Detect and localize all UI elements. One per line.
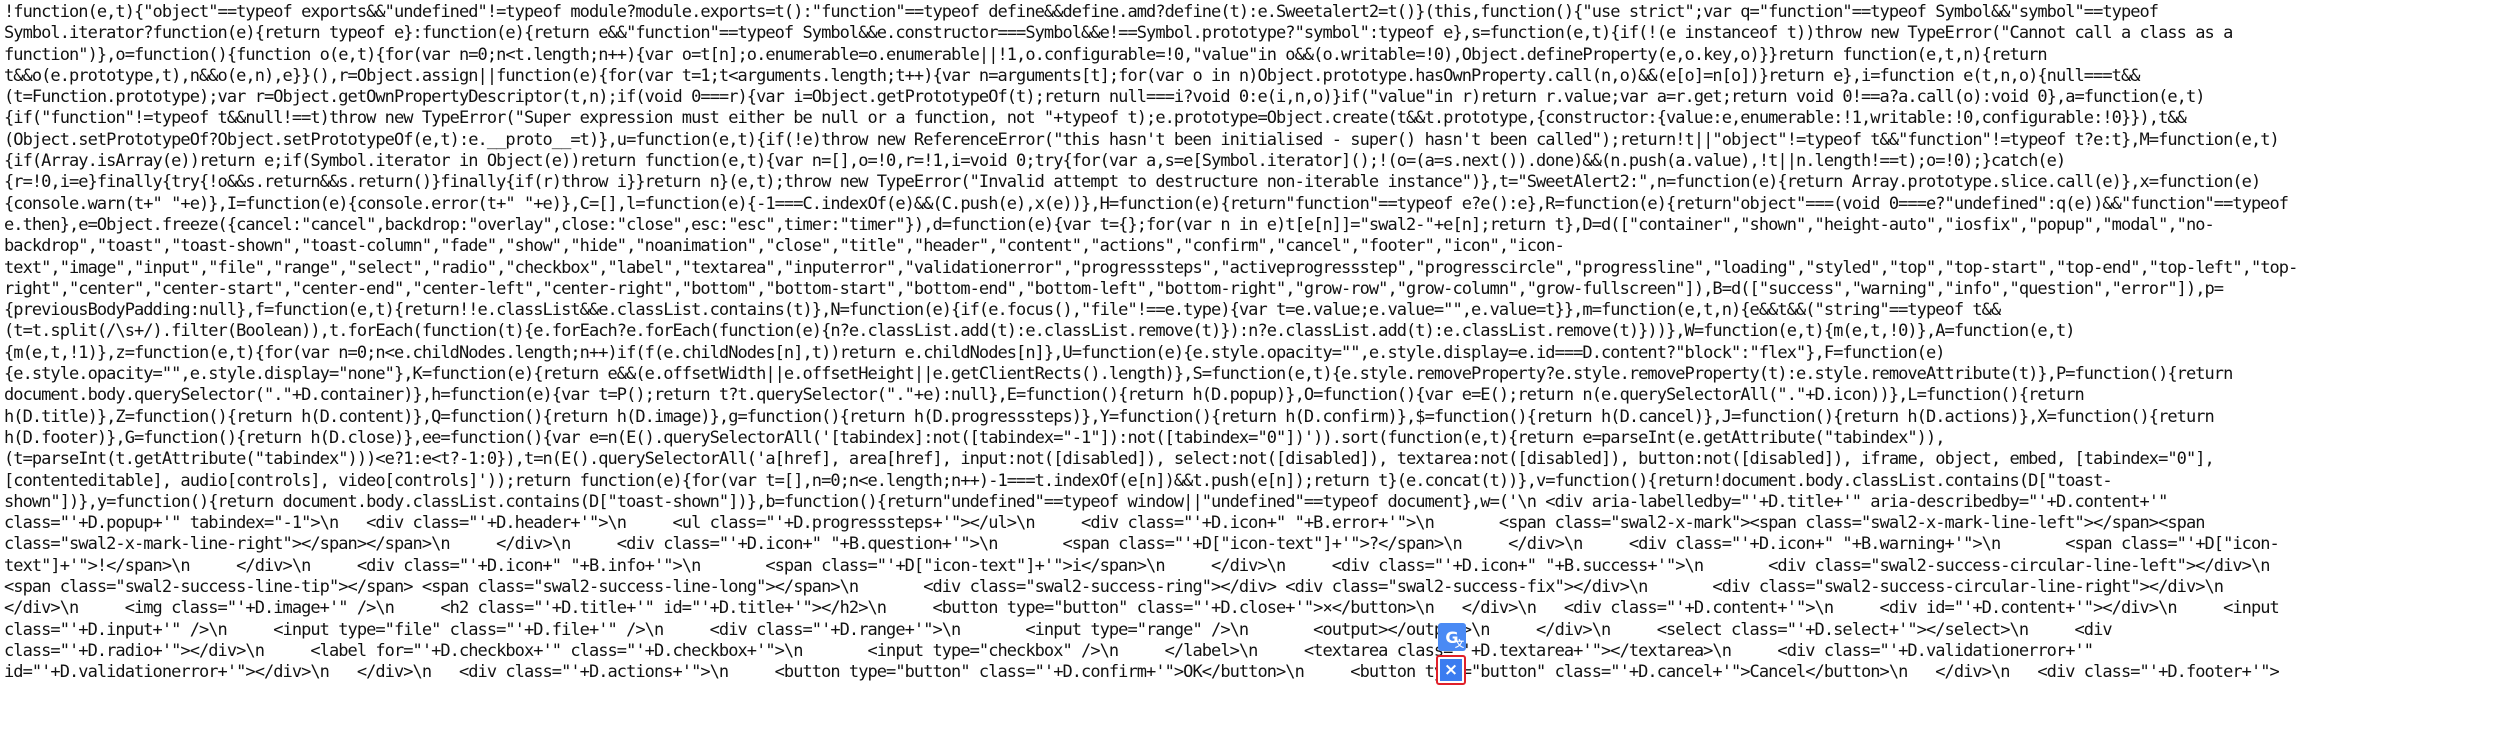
code-line: id="'+D.validationerror+'"></div>\n </di… xyxy=(4,662,2280,683)
close-glyph: × xyxy=(1440,659,1462,681)
code-line: (t=parseInt(t.getAttribute("tabindex")))… xyxy=(4,449,2215,470)
code-line: shown"])},y=function(){return document.b… xyxy=(4,491,2168,512)
code-line: <span class="swal2-success-line-tip"></s… xyxy=(4,577,2224,598)
code-line: class="'+D.popup+'" tabindex="-1">\n <di… xyxy=(4,513,2205,534)
code-line: [contenteditable], audio[controls], vide… xyxy=(4,470,2113,491)
translate-icon[interactable]: G 文 xyxy=(1438,623,1466,651)
code-line: {e.style.opacity="",e.style.display="non… xyxy=(4,364,2233,385)
translate-sub-glyph: 文 xyxy=(1454,640,1464,650)
code-line: h(D.footer)},G=function(){return h(D.clo… xyxy=(4,427,1945,448)
code-line: e.then},e=Object.freeze({cancel:"cancel"… xyxy=(4,214,2215,235)
code-line: !function(e,t){"object"==typeof exports&… xyxy=(4,2,2159,22)
code-line: </div>\n <img class="'+D.image+'" />\n <… xyxy=(4,598,2280,619)
code-line: {if("function"!=typeof t&&null!==t)throw… xyxy=(4,108,2187,129)
code-line: {previousBodyPadding:null},f=function(e,… xyxy=(4,300,2001,321)
code-line: document.body.querySelector("."+D.contai… xyxy=(4,385,2085,406)
code-line: Symbol.iterator?function(e){return typeo… xyxy=(4,23,2233,44)
code-line: class="'+D.input+'" />\n <input type="fi… xyxy=(4,619,2113,640)
code-line: {console.warn(t+" "+e)},I=function(e){co… xyxy=(4,193,2289,214)
code-line: right","center","center-start","center-e… xyxy=(4,278,2224,299)
code-line: backdrop","toast","toast-shown","toast-c… xyxy=(4,236,1565,257)
code-line: class="'+D.radio+'"></div>\n <label for=… xyxy=(4,640,2094,661)
code-line: {m(e,t,!1)},z=function(e,t){for(var n=0;… xyxy=(4,342,1945,363)
code-line: (t=Function.prototype);var r=Object.getO… xyxy=(4,87,2205,108)
code-line: h(D.title)},Z=function(){return h(D.cont… xyxy=(4,406,2215,427)
code-line: function")},o=function(){function o(e,t)… xyxy=(4,44,2048,65)
code-line: text","image","input","file","range","se… xyxy=(4,257,2298,278)
code-line: t&&o(e.prototype,t),n&&o(e,n),e}}(),r=Ob… xyxy=(4,65,2140,86)
source-code-view: !function(e,t){"object"==typeof exports&… xyxy=(4,2,2514,743)
close-icon[interactable]: × xyxy=(1436,655,1466,685)
code-line: text"]+'">!</span>\n </div>\n <div class… xyxy=(4,555,2270,576)
code-line: (t=t.split(/\s+/).filter(Boolean)),t.for… xyxy=(4,321,2075,342)
code-line: {if(Array.isArray(e))return e;if(Symbol.… xyxy=(4,151,2066,172)
code-line: {r=!0,i=e}finally{try{!o&&s.return&&s.re… xyxy=(4,172,2261,193)
code-line: class="swal2-x-mark-line-right"></span><… xyxy=(4,534,2280,555)
code-line: (Object.setPrototypeOf?Object.setPrototy… xyxy=(4,129,2280,150)
